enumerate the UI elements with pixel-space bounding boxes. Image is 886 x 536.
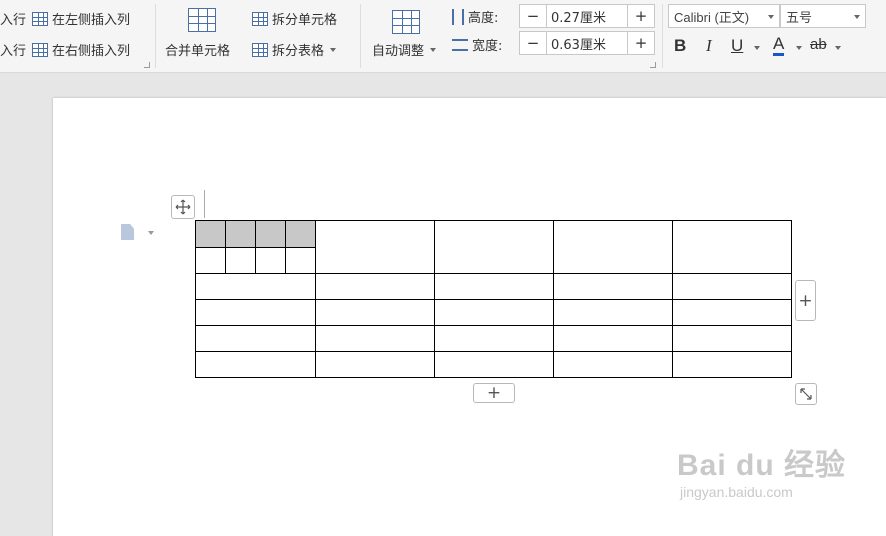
- increase-height-button[interactable]: +: [628, 7, 654, 25]
- table-row: [195, 299, 792, 326]
- split-cells-button[interactable]: 拆分单元格: [252, 9, 337, 28]
- watermark-brand: Bai du 经验: [677, 449, 847, 482]
- chevron-down-icon[interactable]: [796, 46, 802, 50]
- resize-arrows-icon: [800, 388, 812, 400]
- table-cell[interactable]: [195, 273, 316, 300]
- chevron-down-icon[interactable]: [835, 46, 841, 50]
- table-cell[interactable]: [195, 247, 226, 274]
- add-row-button[interactable]: +: [473, 383, 515, 403]
- table-cell[interactable]: [315, 273, 435, 300]
- insert-right-column-button[interactable]: 在右侧插入列: [32, 40, 130, 59]
- rows-columns-dialog-launcher[interactable]: [144, 62, 150, 68]
- table-cell[interactable]: [672, 299, 792, 326]
- group-separator: [360, 4, 361, 68]
- baidu-watermark: Bai du 经验 jingyan.baidu.com: [677, 440, 846, 500]
- increase-width-button[interactable]: +: [628, 34, 654, 52]
- font-size-select[interactable]: 五号: [780, 4, 866, 28]
- insert-left-column-icon: [32, 11, 48, 26]
- table-cell[interactable]: [195, 351, 316, 378]
- table-row: [195, 273, 792, 300]
- document-table[interactable]: [195, 220, 792, 378]
- auto-fit-button[interactable]: 自动调整: [372, 40, 437, 59]
- font-name-select[interactable]: Calibri (正文): [668, 4, 780, 28]
- table-cell[interactable]: [225, 247, 256, 274]
- text-cursor: [204, 190, 205, 218]
- insert-right-column-icon: [32, 42, 48, 57]
- chevron-down-icon[interactable]: [148, 231, 154, 235]
- row-height-input[interactable]: 0.27厘米: [546, 5, 628, 27]
- merge-cells-icon: [188, 8, 216, 32]
- split-table-button[interactable]: 拆分表格: [252, 40, 337, 59]
- bold-button[interactable]: B: [674, 36, 686, 56]
- table-cell-selected[interactable]: [225, 220, 256, 248]
- font-color-button[interactable]: A: [773, 35, 785, 56]
- insert-row-below-button[interactable]: 入行: [0, 40, 26, 59]
- auto-fit-icon: [392, 10, 420, 34]
- chevron-down-icon: [330, 47, 337, 52]
- table-cell[interactable]: [315, 325, 435, 352]
- insert-row-above-button[interactable]: 入行: [0, 9, 26, 28]
- table-cell[interactable]: [672, 351, 792, 378]
- table-cell[interactable]: [553, 299, 673, 326]
- move-arrows-icon: [175, 199, 191, 215]
- table-cell[interactable]: [315, 299, 435, 326]
- table-cell[interactable]: [434, 351, 554, 378]
- split-table-icon: [252, 42, 268, 57]
- insert-left-column-button[interactable]: 在左侧插入列: [32, 9, 130, 28]
- column-width-label: 宽度:: [452, 35, 502, 54]
- column-width-stepper[interactable]: − 0.63厘米 +: [519, 31, 655, 55]
- add-column-button[interactable]: +: [795, 280, 816, 321]
- chevron-down-icon: [854, 15, 860, 19]
- chevron-down-icon[interactable]: [754, 46, 760, 50]
- table-cell[interactable]: [285, 247, 316, 274]
- table-cell[interactable]: [434, 325, 554, 352]
- table-cell[interactable]: [434, 273, 554, 300]
- ribbon-toolbar: 入行 入行 在左侧插入列 在右侧插入列 合并单元格 拆分单元格 拆分表格 自动调…: [0, 0, 886, 73]
- cell-size-dialog-launcher[interactable]: [650, 62, 656, 68]
- table-cell[interactable]: [195, 325, 316, 352]
- split-cells-icon: [252, 11, 268, 26]
- table-row: [195, 325, 792, 352]
- row-height-icon: [452, 8, 464, 25]
- watermark-url: jingyan.baidu.com: [680, 484, 793, 500]
- table-cell-selected[interactable]: [195, 220, 226, 248]
- table-cell[interactable]: [672, 273, 792, 300]
- table-cell[interactable]: [255, 247, 286, 274]
- table-cell[interactable]: [434, 220, 554, 274]
- row-height-label: 高度:: [452, 7, 498, 26]
- table-cell[interactable]: [195, 299, 316, 326]
- table-cell[interactable]: [672, 220, 792, 274]
- column-width-icon: [452, 38, 468, 51]
- italic-button[interactable]: I: [706, 36, 712, 56]
- underline-button[interactable]: U: [731, 36, 743, 56]
- table-row: [195, 351, 792, 378]
- row-height-stepper[interactable]: − 0.27厘米 +: [519, 4, 655, 28]
- table-cell[interactable]: [315, 351, 435, 378]
- table-cell[interactable]: [315, 220, 435, 274]
- table-cell[interactable]: [553, 325, 673, 352]
- decrease-height-button[interactable]: −: [520, 7, 546, 25]
- table-cell[interactable]: [553, 351, 673, 378]
- chevron-down-icon: [430, 47, 437, 52]
- table-move-handle[interactable]: [171, 195, 195, 219]
- merge-cells-button[interactable]: 合并单元格: [165, 40, 230, 59]
- group-separator: [155, 4, 156, 68]
- table-cell[interactable]: [553, 273, 673, 300]
- table-cell-selected[interactable]: [285, 220, 316, 248]
- decrease-width-button[interactable]: −: [520, 34, 546, 52]
- highlight-button[interactable]: ab: [810, 36, 827, 53]
- column-width-input[interactable]: 0.63厘米: [546, 32, 628, 54]
- table-cell[interactable]: [672, 325, 792, 352]
- group-separator: [662, 4, 663, 68]
- table-cell-selected[interactable]: [255, 220, 286, 248]
- table-resize-handle[interactable]: [795, 383, 817, 405]
- table-cell[interactable]: [553, 220, 673, 274]
- chevron-down-icon: [768, 15, 774, 19]
- table-cell[interactable]: [434, 299, 554, 326]
